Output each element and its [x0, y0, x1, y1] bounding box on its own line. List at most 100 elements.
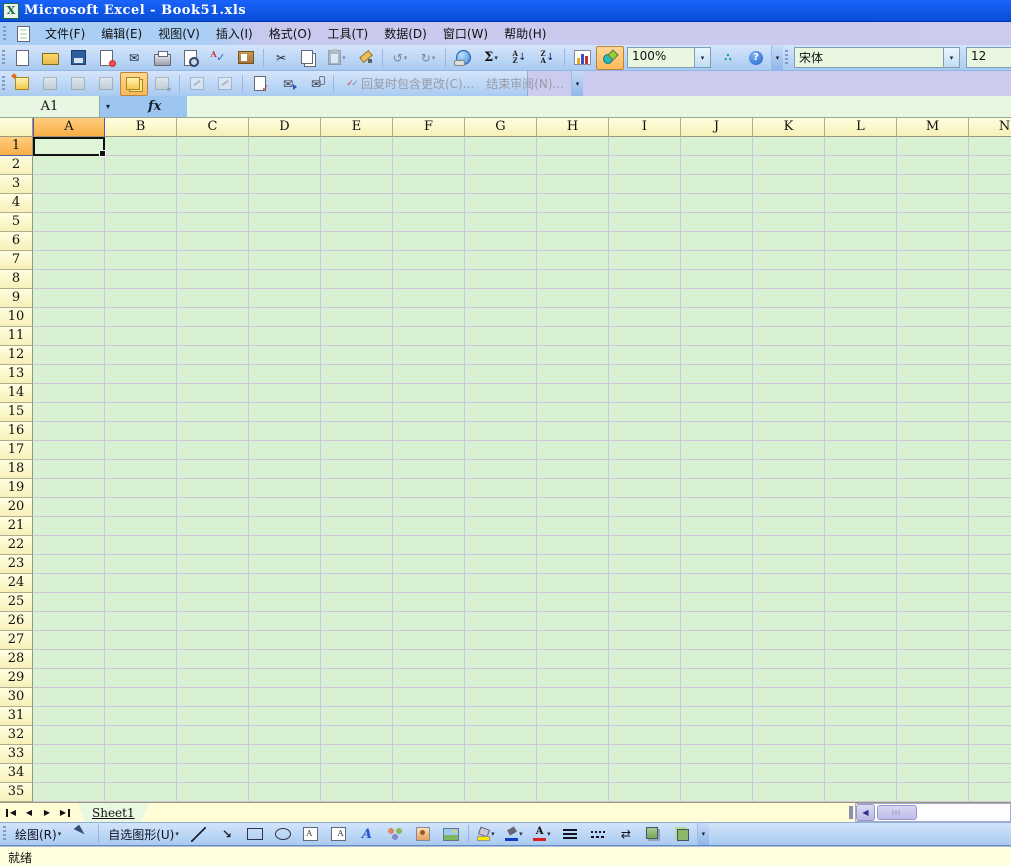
cell-D31[interactable] [249, 707, 321, 726]
cell-G16[interactable] [465, 422, 537, 441]
cell-L10[interactable] [825, 308, 897, 327]
cell-H14[interactable] [537, 384, 609, 403]
cell-B7[interactable] [105, 251, 177, 270]
cell-E24[interactable] [321, 574, 393, 593]
cell-M1[interactable] [897, 137, 969, 156]
cell-E32[interactable] [321, 726, 393, 745]
cell-L6[interactable] [825, 232, 897, 251]
cell-F4[interactable] [393, 194, 465, 213]
cell-N20[interactable] [969, 498, 1011, 517]
row-header-16[interactable]: 16 [0, 422, 33, 441]
cell-C14[interactable] [177, 384, 249, 403]
format-painter-button[interactable] [351, 46, 379, 70]
cell-E6[interactable] [321, 232, 393, 251]
cell-B33[interactable] [105, 745, 177, 764]
cell-A28[interactable] [33, 650, 105, 669]
cell-B30[interactable] [105, 688, 177, 707]
cell-E1[interactable] [321, 137, 393, 156]
cell-D35[interactable] [249, 783, 321, 802]
cell-L29[interactable] [825, 669, 897, 688]
cell-A22[interactable] [33, 536, 105, 555]
cell-B5[interactable] [105, 213, 177, 232]
cell-H24[interactable] [537, 574, 609, 593]
cell-F20[interactable] [393, 498, 465, 517]
cell-E34[interactable] [321, 764, 393, 783]
cell-B31[interactable] [105, 707, 177, 726]
cell-D28[interactable] [249, 650, 321, 669]
cell-I26[interactable] [609, 612, 681, 631]
cell-M6[interactable] [897, 232, 969, 251]
row-header-18[interactable]: 18 [0, 460, 33, 479]
cell-C9[interactable] [177, 289, 249, 308]
cell-F15[interactable] [393, 403, 465, 422]
cell-H19[interactable] [537, 479, 609, 498]
cell-G29[interactable] [465, 669, 537, 688]
cell-C13[interactable] [177, 365, 249, 384]
cell-M24[interactable] [897, 574, 969, 593]
cell-I19[interactable] [609, 479, 681, 498]
cell-M15[interactable] [897, 403, 969, 422]
cell-D9[interactable] [249, 289, 321, 308]
cell-C33[interactable] [177, 745, 249, 764]
cell-M21[interactable] [897, 517, 969, 536]
cell-L13[interactable] [825, 365, 897, 384]
cell-E15[interactable] [321, 403, 393, 422]
cell-B32[interactable] [105, 726, 177, 745]
cell-N14[interactable] [969, 384, 1011, 403]
cell-D2[interactable] [249, 156, 321, 175]
cell-J5[interactable] [681, 213, 753, 232]
row-header-19[interactable]: 19 [0, 479, 33, 498]
scroll-left-button[interactable]: ◀ [856, 804, 875, 821]
send-to-mail-recipient-button[interactable]: ✉ [274, 72, 302, 96]
cell-D26[interactable] [249, 612, 321, 631]
cell-F26[interactable] [393, 612, 465, 631]
cell-K13[interactable] [753, 365, 825, 384]
cell-A4[interactable] [33, 194, 105, 213]
cell-D21[interactable] [249, 517, 321, 536]
row-header-1[interactable]: 1 [0, 137, 33, 156]
row-header-31[interactable]: 31 [0, 707, 33, 726]
menu-edit[interactable]: 编辑(E) [93, 22, 150, 45]
cell-G22[interactable] [465, 536, 537, 555]
cell-E30[interactable] [321, 688, 393, 707]
cell-F13[interactable] [393, 365, 465, 384]
cell-A26[interactable] [33, 612, 105, 631]
cell-L21[interactable] [825, 517, 897, 536]
sort-descending-button[interactable] [533, 46, 561, 70]
cell-D34[interactable] [249, 764, 321, 783]
cell-A5[interactable] [33, 213, 105, 232]
cut-button[interactable]: ✂ [267, 46, 295, 70]
cell-D33[interactable] [249, 745, 321, 764]
spelling-button[interactable]: ✓ [204, 46, 232, 70]
cell-J13[interactable] [681, 365, 753, 384]
cell-H16[interactable] [537, 422, 609, 441]
fill-handle[interactable] [99, 150, 106, 157]
cell-E22[interactable] [321, 536, 393, 555]
cell-E5[interactable] [321, 213, 393, 232]
cell-J35[interactable] [681, 783, 753, 802]
cell-D17[interactable] [249, 441, 321, 460]
end-review-button[interactable]: 结束审阅(N)... [480, 74, 570, 94]
cell-H18[interactable] [537, 460, 609, 479]
column-header-J[interactable]: J [681, 118, 753, 137]
cell-M29[interactable] [897, 669, 969, 688]
name-box[interactable]: A1 [0, 96, 100, 117]
cell-J29[interactable] [681, 669, 753, 688]
dropdown-arrow-icon[interactable]: ▾ [943, 48, 959, 67]
cell-M3[interactable] [897, 175, 969, 194]
cell-H31[interactable] [537, 707, 609, 726]
row-header-15[interactable]: 15 [0, 403, 33, 422]
cell-D14[interactable] [249, 384, 321, 403]
reviewing-toolbar-options[interactable]: ▾ [571, 71, 583, 96]
cell-G11[interactable] [465, 327, 537, 346]
cell-F2[interactable] [393, 156, 465, 175]
cell-A27[interactable] [33, 631, 105, 650]
cell-N4[interactable] [969, 194, 1011, 213]
cell-K24[interactable] [753, 574, 825, 593]
row-header-30[interactable]: 30 [0, 688, 33, 707]
cell-J11[interactable] [681, 327, 753, 346]
cell-C34[interactable] [177, 764, 249, 783]
cell-M30[interactable] [897, 688, 969, 707]
cell-H8[interactable] [537, 270, 609, 289]
row-header-6[interactable]: 6 [0, 232, 33, 251]
